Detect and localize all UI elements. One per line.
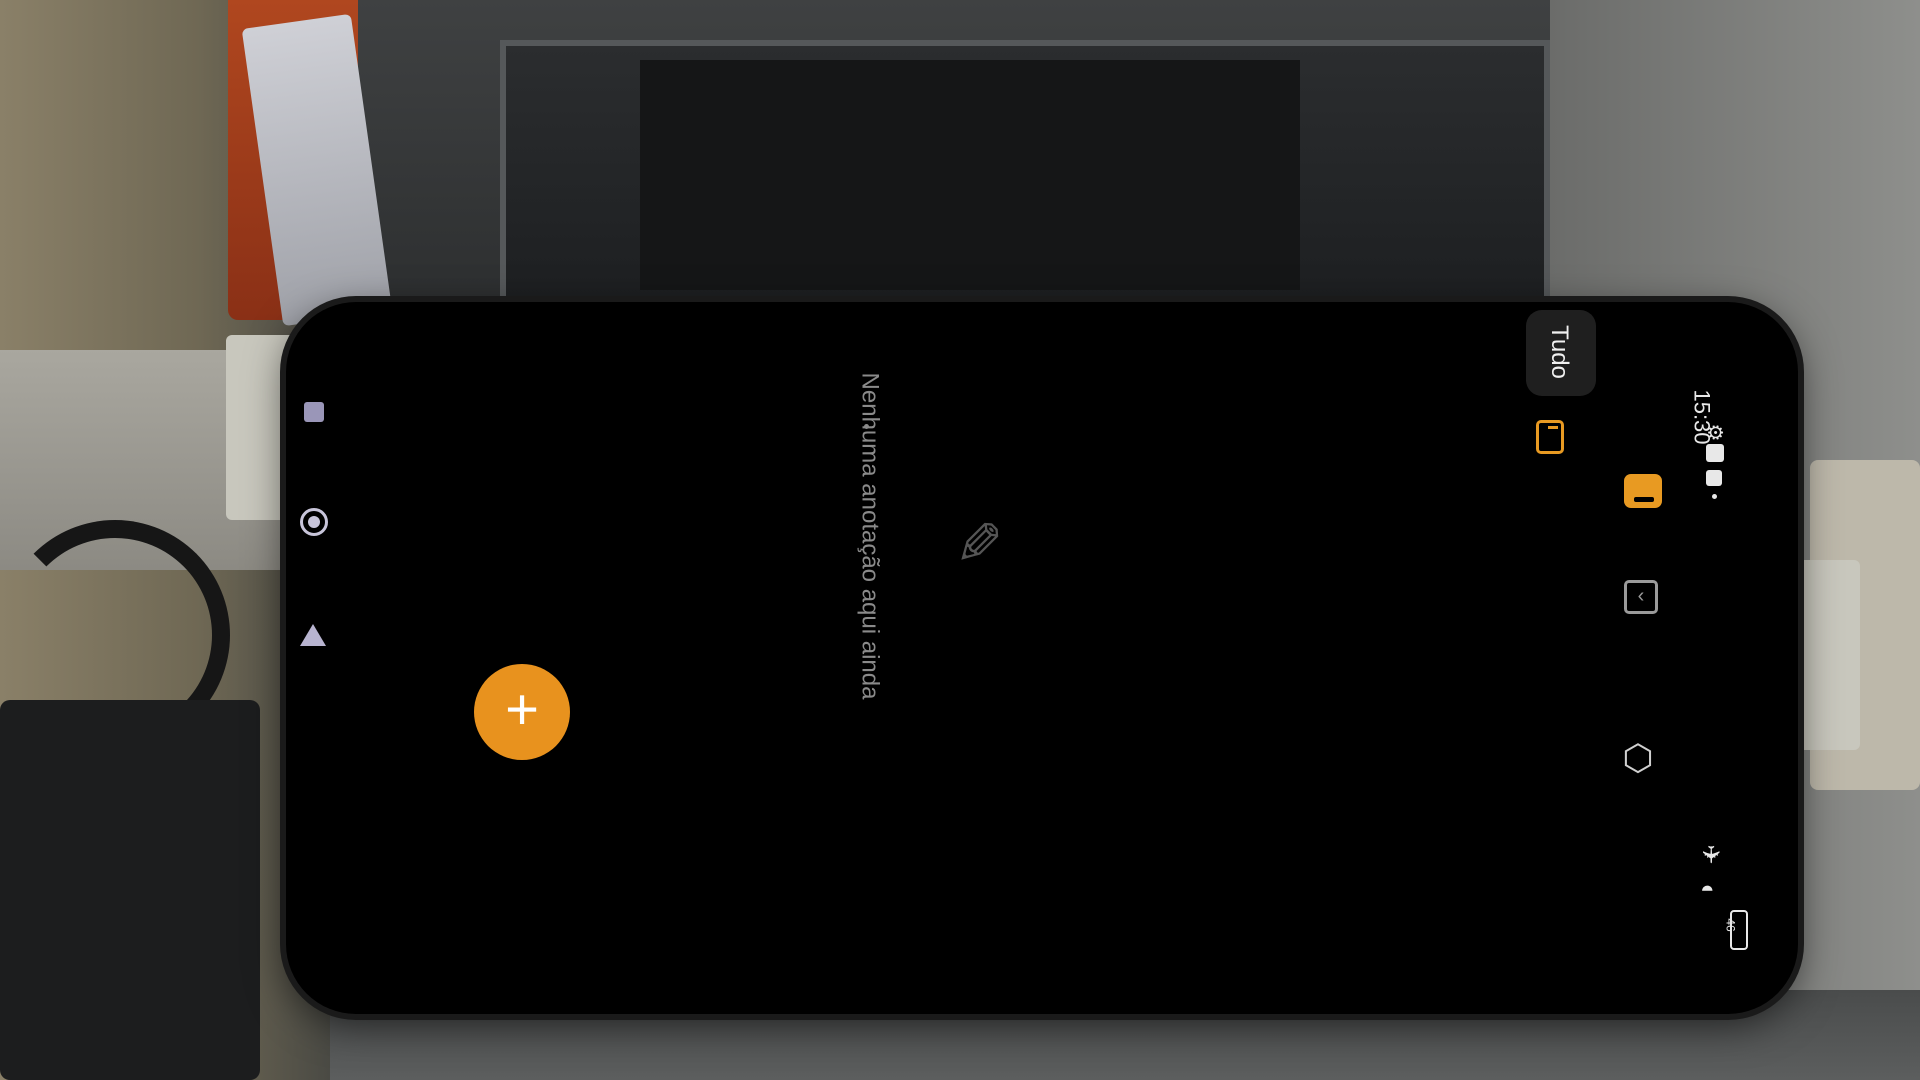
empty-state-dot	[864, 424, 869, 429]
nav-back-button[interactable]	[300, 624, 326, 646]
status-cast-icon	[1706, 470, 1722, 486]
phone-holder-clamp-right	[1790, 560, 1860, 750]
settings-icon[interactable]: ⬡	[1618, 738, 1658, 778]
nav-recents-button[interactable]	[304, 402, 324, 422]
battery-level: 46	[1723, 918, 1738, 932]
notes-tab-icon[interactable]	[1624, 474, 1662, 508]
todo-tab-icon[interactable]: ‹	[1624, 580, 1658, 614]
filter-all-label: Tudo	[1545, 325, 1573, 379]
photo-scene: 15:30 ⚙ ✈ ◖ 46 Tudo ‹ ⬡ ✎ Nenhuma anotaç…	[0, 0, 1920, 1080]
background-block	[0, 700, 260, 1080]
empty-state-message: Nenhuma anotação aqui ainda	[856, 372, 884, 700]
empty-notes-illustration-icon: ✎	[944, 517, 1009, 567]
add-note-button[interactable]: +	[474, 664, 570, 760]
status-more-dot	[1712, 494, 1717, 499]
status-gear-icon: ⚙	[1703, 423, 1726, 442]
folder-icon[interactable]	[1536, 420, 1564, 454]
status-app-icon	[1706, 444, 1724, 462]
airplane-icon: ✈	[1696, 844, 1724, 865]
nav-home-button[interactable]	[300, 508, 328, 536]
wifi-icon: ◖	[1694, 880, 1722, 896]
phone-screen: 15:30 ⚙ ✈ ◖ 46 Tudo ‹ ⬡ ✎ Nenhuma anotaç…	[286, 302, 1798, 1014]
background-shelf-inner	[640, 60, 1300, 290]
